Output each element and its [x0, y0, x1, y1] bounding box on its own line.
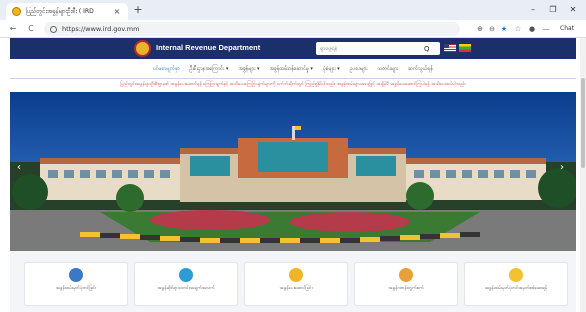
minimize-button[interactable]: –	[526, 3, 540, 17]
site-title[interactable]: Internal Revenue Department	[156, 43, 260, 52]
service-card-label: အခွန်ဂဏန်းတွက်စက်	[388, 286, 424, 291]
translate-icon[interactable]: ⊖	[486, 23, 498, 35]
service-card-label: အခွန်ပေးဆောင်ခြင်း	[279, 286, 313, 291]
refresh-button[interactable]: C	[24, 22, 38, 36]
profile-icon[interactable]: ●	[526, 23, 538, 35]
site-header: Internal Revenue Department Q	[10, 38, 576, 59]
search-input[interactable]	[320, 45, 424, 52]
certificate-icon	[509, 268, 523, 282]
nav-item-forms[interactable]: ပုံစံများ ▾	[323, 66, 340, 73]
more-icon[interactable]: —	[540, 23, 552, 35]
nav-item-about[interactable]: ဦးစီးဌာနအကြောင်း ▾	[190, 66, 229, 73]
site-info-icon[interactable]	[50, 25, 57, 33]
service-card-label: အခွန်ထမ်းမှတ်ပုံတင်ခြင်း	[55, 286, 97, 291]
ird-logo-icon[interactable]	[134, 40, 151, 57]
new-tab-button[interactable]: +	[131, 3, 145, 17]
zoom-icon[interactable]: ⊕	[474, 23, 486, 35]
tab-bar: ပြည်တွင်းအခွန်များဦးစီး ( IRD × + – ❐ ✕	[0, 0, 586, 20]
service-card[interactable]: အခွန်ဆိုင်ရာသတင်းအချက်အလက်	[134, 262, 238, 306]
main-nav: ပင်မစာမျက်နှာ ဦးစီးဌာနအကြောင်း ▾ အခွန်မျ…	[10, 62, 576, 76]
english-flag-icon[interactable]	[444, 44, 456, 52]
slider-next-arrow[interactable]: ›	[560, 162, 564, 173]
computer-icon	[69, 268, 83, 282]
search-icon[interactable]: Q	[424, 45, 430, 53]
nav-item-home[interactable]: ပင်မစာမျက်နှာ	[153, 66, 180, 73]
url-field[interactable]: https://www.ird.gov.mm	[44, 22, 460, 36]
calculator-icon	[399, 268, 413, 282]
favorites-icon[interactable]: ☆	[512, 23, 524, 35]
slider-prev-arrow[interactable]: ‹	[17, 162, 21, 173]
service-card[interactable]: အခွန်ထမ်းမှတ်ပုံတင်အမှတ်စစ်ဆေးရန်	[464, 262, 568, 306]
restore-button[interactable]: ❐	[546, 3, 560, 17]
service-card-label: အခွန်ဆိုင်ရာသတင်းအချက်အလက်	[157, 286, 215, 291]
chat-button[interactable]: Chat	[560, 23, 584, 35]
tab-close-icon[interactable]: ×	[112, 7, 122, 16]
browser-window: ပြည်တွင်းအခွန်များဦးစီး ( IRD × + – ❐ ✕ …	[0, 0, 586, 312]
browser-tab[interactable]: ပြည်တွင်းအခွန်များဦးစီး ( IRD ×	[6, 3, 128, 20]
service-card[interactable]: အခွန်ဂဏန်းတွက်စက်	[354, 262, 458, 306]
myanmar-flag-icon[interactable]	[459, 44, 471, 52]
back-button[interactable]: ←	[6, 22, 20, 36]
tab-title: ပြည်တွင်းအခွန်များဦးစီး ( IRD	[26, 8, 94, 15]
scrollbar-thumb[interactable]	[581, 78, 585, 168]
nav-item-taxes[interactable]: အခွန်များ ▾	[238, 66, 259, 73]
page-scrollbar[interactable]	[580, 38, 586, 312]
star-icon[interactable]: ★	[498, 23, 510, 35]
address-bar: ← C https://www.ird.gov.mm ⊕ ⊖ ★ ☆ ● — C…	[0, 20, 586, 38]
service-card[interactable]: အခွန်ပေးဆောင်ခြင်း	[244, 262, 348, 306]
hero-building-image	[10, 92, 576, 251]
nav-item-news[interactable]: သတင်းများ	[377, 66, 398, 73]
nav-item-laws[interactable]: ဥပဒေများ	[350, 66, 368, 73]
search-box: Q	[316, 42, 440, 55]
news-ticker[interactable]: ပြည်တွင်းအခွန်များဦးစီးဌာန၏ အခွန်ပေးဆောင…	[10, 80, 576, 90]
globe-icon	[179, 268, 193, 282]
hero-slider[interactable]	[10, 92, 576, 251]
nav-item-services[interactable]: အခွန်ထမ်းဝန်ဆောင်မှု ▾	[269, 66, 312, 73]
close-window-button[interactable]: ✕	[566, 3, 580, 17]
coin-icon	[289, 268, 303, 282]
service-card-label: အခွန်ထမ်းမှတ်ပုံတင်အမှတ်စစ်ဆေးရန်	[484, 286, 548, 291]
url-text: https://www.ird.gov.mm	[62, 25, 140, 33]
site-favicon-icon	[12, 7, 21, 16]
service-card[interactable]: အခွန်ထမ်းမှတ်ပုံတင်ခြင်း	[24, 262, 128, 306]
nav-item-contact[interactable]: ဆက်သွယ်ရန်	[408, 66, 433, 73]
nav-divider	[10, 78, 576, 79]
